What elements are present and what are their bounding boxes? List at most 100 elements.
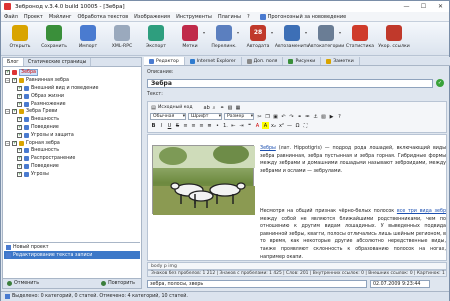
undo-edit-icon[interactable]: ↶ bbox=[280, 113, 287, 120]
hr-icon[interactable]: — bbox=[286, 122, 293, 129]
tree-item[interactable]: − Равнинная зебра bbox=[5, 77, 139, 85]
tab-blog[interactable]: Блог bbox=[3, 58, 24, 66]
tree-checkbox[interactable] bbox=[17, 155, 22, 162]
source-icon[interactable]: ▤ bbox=[150, 104, 157, 111]
align-left-icon[interactable]: ≡ bbox=[182, 122, 189, 129]
tree-item[interactable]: Распространение bbox=[5, 155, 139, 163]
toolbar-button[interactable]: 28 Автодата ▾ bbox=[241, 22, 275, 56]
strikethrough-button[interactable]: S bbox=[174, 122, 181, 129]
tree-checkbox[interactable] bbox=[17, 171, 22, 177]
toolbar-button[interactable]: Автозаменить ▾ bbox=[275, 22, 309, 56]
tree-checkbox[interactable] bbox=[12, 77, 17, 84]
toolbar-button[interactable]: Метки ▾ bbox=[173, 22, 207, 56]
toolbar-button[interactable]: Укор. ссылки bbox=[377, 22, 411, 56]
tree-item[interactable]: Угрозы и защита bbox=[5, 131, 139, 139]
tab-static-pages[interactable]: Статические страницы bbox=[24, 58, 92, 66]
tree-checkbox[interactable] bbox=[17, 101, 22, 107]
fullscreen-icon[interactable]: ⛶ bbox=[302, 122, 309, 129]
editor-tab[interactable]: Редактор bbox=[144, 57, 185, 65]
underline-button[interactable]: U bbox=[166, 122, 173, 129]
tree-item[interactable]: Зебра bbox=[5, 69, 139, 77]
menu-tools[interactable]: Инструменты bbox=[176, 14, 212, 20]
tree-checkbox[interactable] bbox=[12, 140, 17, 146]
align-center-icon[interactable]: ≡ bbox=[190, 122, 197, 129]
chevron-down-icon[interactable]: ▾ bbox=[237, 30, 239, 35]
tree-expander-icon[interactable]: − bbox=[5, 78, 10, 84]
chevron-down-icon[interactable]: ▾ bbox=[203, 30, 205, 35]
tree-item[interactable]: Поведение bbox=[5, 124, 139, 132]
chevron-down-icon[interactable]: ▾ bbox=[339, 30, 341, 35]
source-code-link[interactable]: Исходный код bbox=[158, 105, 193, 110]
subscript-icon[interactable]: x₂ bbox=[270, 122, 277, 129]
toolbar-button[interactable]: Перелинк. ▾ bbox=[207, 22, 241, 56]
tree-checkbox[interactable] bbox=[17, 147, 22, 154]
media-icon[interactable]: ▶ bbox=[328, 113, 335, 120]
cut-icon[interactable]: ✂ bbox=[256, 113, 263, 120]
redo-edit-icon[interactable]: ↷ bbox=[288, 113, 295, 120]
tree-item[interactable]: Внешность bbox=[5, 147, 139, 155]
toolbar-button[interactable]: XML-RPC bbox=[105, 22, 139, 56]
font-size-select[interactable]: Размер ▾ bbox=[224, 112, 254, 120]
tree-item[interactable]: Размножение bbox=[5, 100, 139, 108]
indent-icon[interactable]: ⇥ bbox=[238, 122, 245, 129]
tree-item[interactable]: Угрозы bbox=[5, 170, 139, 178]
insert-image-icon[interactable]: ▧ bbox=[227, 104, 234, 111]
chevron-down-icon[interactable]: ▾ bbox=[305, 30, 307, 35]
highlight-icon[interactable]: A bbox=[262, 121, 269, 129]
unlink-icon[interactable]: ⚮ bbox=[304, 113, 311, 120]
keywords-input[interactable]: зебра, полосы, зверь bbox=[147, 279, 367, 288]
tree-expander-icon[interactable]: − bbox=[5, 109, 10, 115]
numbered-list-icon[interactable]: 1. bbox=[222, 122, 229, 129]
toolbar-button[interactable]: Экспорт bbox=[139, 22, 173, 56]
menu-mailing[interactable]: Мэйлинг bbox=[49, 14, 72, 20]
tree-item[interactable]: Внешний вид и поведение bbox=[5, 85, 139, 93]
tree-item[interactable]: − Зебра Греви bbox=[5, 108, 139, 116]
link-icon[interactable]: ⚭ bbox=[296, 113, 303, 120]
tree-checkbox[interactable] bbox=[17, 132, 22, 138]
insert-link-icon[interactable]: ⚭ bbox=[219, 104, 226, 111]
menu-plugins[interactable]: Плагины bbox=[218, 14, 241, 20]
paste-icon[interactable]: ▣ bbox=[272, 113, 279, 120]
date-input[interactable]: 02.07.2009 9:23:44 bbox=[370, 279, 430, 288]
help-icon[interactable]: ? bbox=[336, 113, 343, 120]
tree-item[interactable]: − Горная зебра bbox=[5, 139, 139, 147]
editor-tab[interactable]: Доп. поля bbox=[242, 57, 284, 65]
tree-item[interactable]: Поведение bbox=[5, 163, 139, 171]
editor-tab[interactable]: Рисунки bbox=[283, 57, 322, 65]
paragraph-style-select[interactable]: Обычная ▾ bbox=[150, 112, 186, 120]
copy-icon[interactable]: ❐ bbox=[264, 113, 271, 120]
minimize-button[interactable]: — bbox=[398, 1, 415, 12]
tree-item[interactable]: Образ жизни bbox=[5, 92, 139, 100]
article-link-species[interactable]: все три вида зебр bbox=[397, 209, 446, 214]
apply-title-button[interactable]: ✓ bbox=[436, 79, 444, 87]
find-icon[interactable]: ⌕ bbox=[211, 104, 218, 111]
title-input[interactable]: Зебра bbox=[147, 79, 433, 88]
toolbar-button[interactable]: Открыть bbox=[3, 22, 37, 56]
tree-checkbox[interactable] bbox=[17, 85, 22, 91]
tree-checkbox[interactable] bbox=[17, 116, 22, 123]
editor-tab[interactable]: Заметки bbox=[321, 57, 360, 65]
spell-check-icon[interactable]: ab bbox=[203, 104, 210, 111]
menu-text-processing[interactable]: Обработка текстов bbox=[78, 14, 129, 20]
close-button[interactable]: ✕ bbox=[432, 1, 449, 12]
font-select[interactable]: Шрифт ▾ bbox=[188, 112, 222, 120]
toolbar-button[interactable]: Автокатегории ▾ bbox=[308, 22, 344, 56]
editor-content[interactable]: Зебры (лат. Hippotigris) — подрод рода л… bbox=[147, 134, 447, 261]
editor-tab[interactable]: Internet Explorer bbox=[185, 57, 242, 65]
chevron-down-icon[interactable]: ▾ bbox=[271, 30, 273, 35]
project-item[interactable]: Новый проект bbox=[4, 243, 140, 251]
redo-button[interactable]: Повторить bbox=[101, 281, 135, 286]
maximize-button[interactable]: ☐ bbox=[415, 1, 432, 12]
toolbar-button[interactable]: Импорт bbox=[71, 22, 105, 56]
italic-button[interactable]: I bbox=[158, 122, 165, 129]
undo-button[interactable]: Отменить bbox=[7, 281, 39, 286]
special-char-icon[interactable]: Ω bbox=[294, 122, 301, 129]
article-link-zebras[interactable]: Зебры bbox=[260, 146, 276, 151]
tree-checkbox[interactable] bbox=[17, 124, 22, 130]
table-icon[interactable]: ▦ bbox=[235, 104, 242, 111]
tree-checkbox[interactable] bbox=[12, 108, 17, 115]
align-right-icon[interactable]: ≡ bbox=[198, 122, 205, 129]
text-color-icon[interactable]: A bbox=[254, 122, 261, 129]
blockquote-icon[interactable]: ❝ bbox=[246, 122, 253, 129]
bullet-list-icon[interactable]: • bbox=[214, 122, 221, 129]
